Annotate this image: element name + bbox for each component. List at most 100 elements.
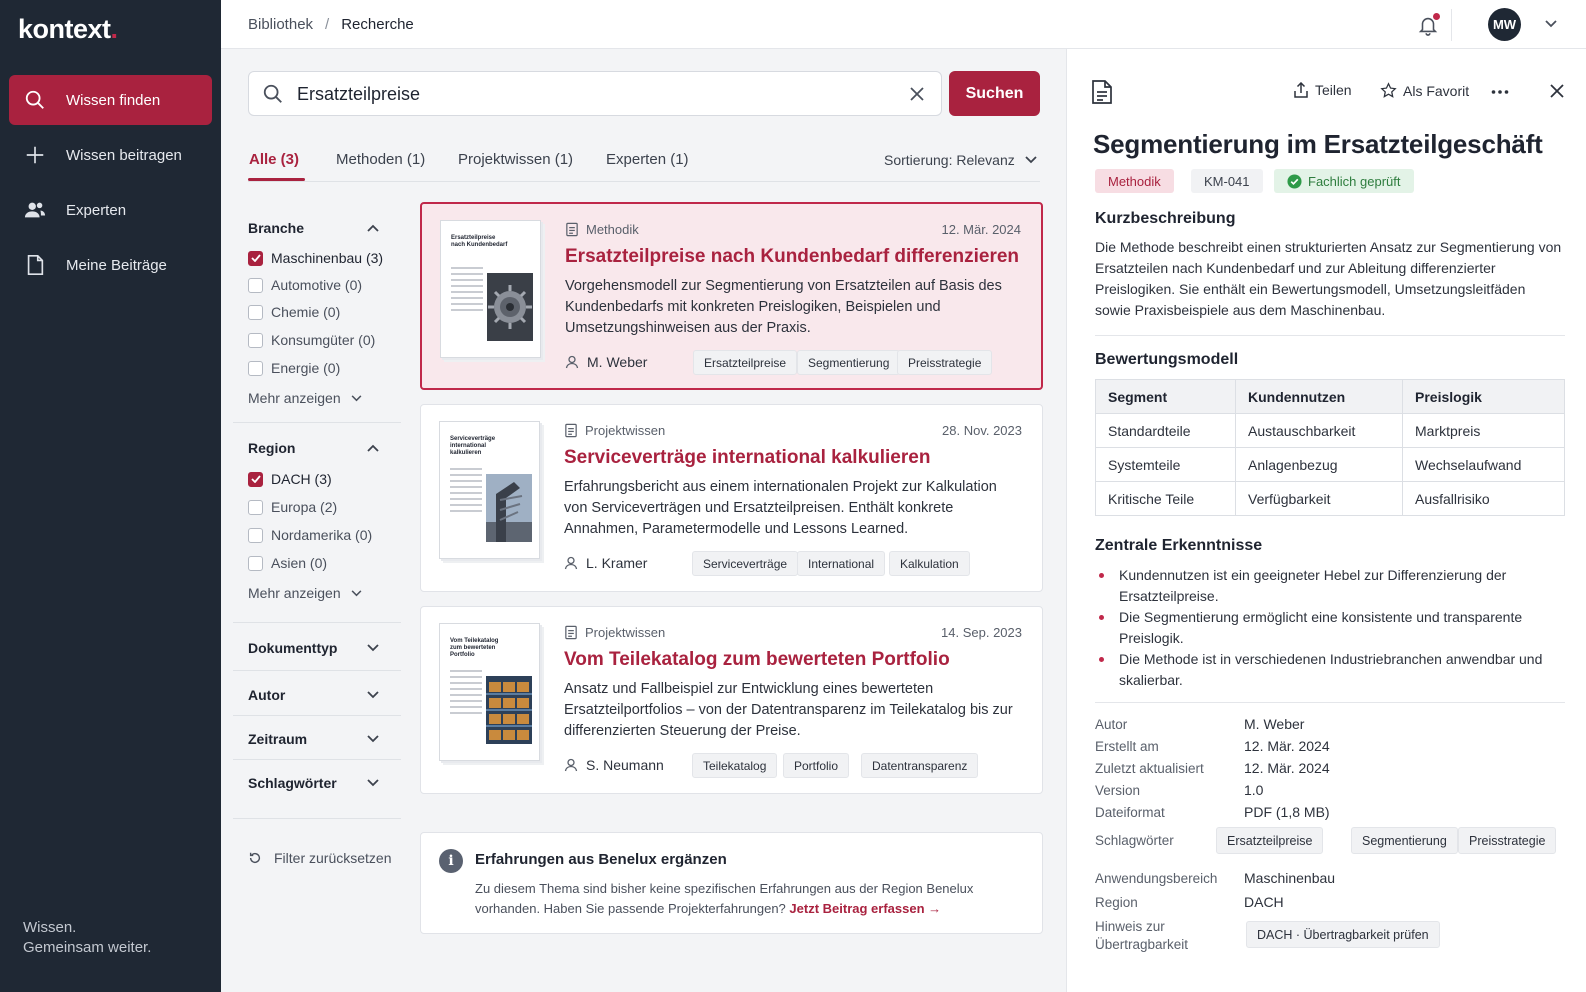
result-tabs: Alle (3) Methoden (1) Projektwissen (1) … <box>248 140 1040 182</box>
filter-option-chemie[interactable]: Chemie (0) <box>248 304 340 320</box>
sort-dropdown[interactable]: Sortierung: Relevanz <box>884 152 1037 168</box>
search-input[interactable] <box>297 80 887 108</box>
breadcrumb: Bibliothek / Recherche <box>248 16 414 33</box>
breadcrumb-item-recherche: Recherche <box>341 16 414 33</box>
result-title[interactable]: Ersatzteilpreise nach Kundenbedarf diffe… <box>565 246 1019 268</box>
sidebar-item-experten[interactable]: Experten <box>9 185 212 235</box>
checkbox[interactable] <box>248 555 263 571</box>
sidebar-item-label: Experten <box>66 201 127 219</box>
tag-chip[interactable]: Serviceverträge <box>692 551 799 576</box>
tag-chip[interactable]: Portfolio <box>783 753 850 778</box>
checkbox[interactable] <box>248 471 263 487</box>
tab-projektwissen[interactable]: Projektwissen (1) <box>458 151 573 168</box>
result-card[interactable]: Serviceverträge international kalkuliere… <box>420 404 1043 592</box>
chevron-down-icon[interactable] <box>367 779 379 787</box>
document-thumbnail: Ersatzteilpreise nach Kundenbedarf <box>440 220 541 358</box>
filter-option-dach[interactable]: DACH (3) <box>248 471 332 487</box>
document-icon <box>565 625 577 640</box>
column-header: Preislogik <box>1402 379 1565 414</box>
sidebar-item-wissen-finden[interactable]: Wissen finden <box>9 75 212 125</box>
detail-panel: Teilen Als Favorit Segmentierung im Ersa… <box>1066 49 1586 992</box>
tag-chip[interactable]: Segmentierung <box>797 350 901 375</box>
divider <box>1095 335 1565 336</box>
meta-author[interactable]: M. Weber <box>1244 716 1304 732</box>
result-card[interactable]: Vom Teilekatalog zum bewerteten Portfoli… <box>420 606 1043 794</box>
close-icon[interactable] <box>1549 83 1565 99</box>
meta-label: Zuletzt aktualisiert <box>1095 761 1204 776</box>
tag-chip[interactable]: Ersatzteilpreise <box>1216 827 1324 854</box>
checkbox[interactable] <box>248 332 263 348</box>
tag-chip[interactable]: Ersatzteilpreise <box>693 350 798 375</box>
show-more-region[interactable]: Mehr anzeigen <box>248 585 362 601</box>
result-author[interactable]: S. Neumann <box>564 757 664 773</box>
show-more-branche[interactable]: Mehr anzeigen <box>248 390 362 406</box>
filter-heading-zeitraum[interactable]: Zeitraum <box>248 731 307 747</box>
checkbox[interactable] <box>248 304 263 320</box>
info-title: Erfahrungen aus Benelux ergänzen <box>475 851 727 868</box>
tag-chip[interactable]: Preisstrategie <box>897 350 993 375</box>
checkbox[interactable] <box>248 527 263 543</box>
chevron-up-icon[interactable] <box>367 224 379 232</box>
meta-label: Version <box>1095 783 1141 798</box>
logo[interactable]: kontext. <box>18 14 118 45</box>
result-title[interactable]: Vom Teilekatalog zum bewerteten Portfoli… <box>564 649 950 671</box>
checkbox[interactable] <box>248 277 263 293</box>
filter-heading-branche[interactable]: Branche <box>248 220 304 236</box>
more-icon[interactable] <box>1491 89 1509 95</box>
user-icon <box>564 556 578 570</box>
result-author[interactable]: M. Weber <box>565 354 647 370</box>
checkbox[interactable] <box>248 250 263 266</box>
document-icon <box>27 255 44 275</box>
tag-chip[interactable]: Preisstrategie <box>1458 827 1557 854</box>
type-badge: Methodik <box>1095 169 1174 193</box>
sidebar-item-wissen-beitragen[interactable]: Wissen beitragen <box>9 130 212 180</box>
filter-option-energie[interactable]: Energie (0) <box>248 360 340 376</box>
divider <box>1095 702 1565 703</box>
filter-heading-region[interactable]: Region <box>248 440 295 456</box>
avatar[interactable]: MW <box>1488 8 1521 41</box>
filter-heading-dokumenttyp[interactable]: Dokumenttyp <box>248 640 337 656</box>
result-date: 28. Nov. 2023 <box>942 423 1022 438</box>
chevron-up-icon[interactable] <box>367 444 379 452</box>
filter-option-europa[interactable]: Europa (2) <box>248 499 337 515</box>
chevron-down-icon[interactable] <box>1544 19 1558 29</box>
filter-heading-schlagwoerter[interactable]: Schlagwörter <box>248 775 337 791</box>
share-button[interactable]: Teilen <box>1293 82 1352 98</box>
tag-chip[interactable]: Datentransparenz <box>861 753 979 778</box>
chevron-down-icon[interactable] <box>367 735 379 743</box>
filter-option-konsumgueter[interactable]: Konsumgüter (0) <box>248 332 375 348</box>
search-button[interactable]: Suchen <box>949 71 1040 116</box>
filter-option-asien[interactable]: Asien (0) <box>248 555 327 571</box>
reset-filters-button[interactable]: Filter zurücksetzen <box>248 850 391 866</box>
tag-chip[interactable]: Segmentierung <box>1351 827 1458 854</box>
tag-chip[interactable]: Kalkulation <box>889 551 970 576</box>
list-item: Die Methode ist in verschiedenen Industr… <box>1097 649 1547 691</box>
tab-methoden[interactable]: Methoden (1) <box>336 151 425 168</box>
sidebar-item-meine-beitraege[interactable]: Meine Beiträge <box>9 240 212 290</box>
close-icon[interactable] <box>909 86 925 102</box>
sidebar-item-label: Wissen finden <box>66 91 161 109</box>
checkbox[interactable] <box>248 360 263 376</box>
divider <box>233 422 401 423</box>
filter-option-maschinenbau[interactable]: Maschinenbau (3) <box>248 250 383 266</box>
result-description: Ansatz und Fallbeispiel zur Entwicklung … <box>564 681 1013 739</box>
chevron-down-icon[interactable] <box>367 691 379 699</box>
result-type: Projektwissen <box>564 625 665 640</box>
breadcrumb-item-bibliothek[interactable]: Bibliothek <box>248 16 313 33</box>
tag-chip[interactable]: Teilekatalog <box>692 753 778 778</box>
chevron-down-icon[interactable] <box>367 644 379 652</box>
add-contribution-link[interactable]: Jetzt Beitrag erfassen → <box>789 901 941 916</box>
filter-heading-autor[interactable]: Autor <box>248 687 285 703</box>
checkbox[interactable] <box>248 499 263 515</box>
tab-experten[interactable]: Experten (1) <box>606 151 689 168</box>
result-author[interactable]: L. Kramer <box>564 555 647 571</box>
tab-alle[interactable]: Alle (3) <box>249 151 299 168</box>
filter-option-automotive[interactable]: Automotive (0) <box>248 277 362 293</box>
tag-chip[interactable]: International <box>797 551 886 576</box>
favorite-button[interactable]: Als Favorit <box>1380 82 1469 99</box>
table-header-row: Segment Kundennutzen Preislogik <box>1095 379 1565 414</box>
column-header: Segment <box>1095 379 1236 414</box>
result-card[interactable]: Ersatzteilpreise nach Kundenbedarf Metho… <box>420 202 1043 390</box>
result-title[interactable]: Serviceverträge international kalkuliere… <box>564 447 930 469</box>
filter-option-nordamerika[interactable]: Nordamerika (0) <box>248 527 372 543</box>
